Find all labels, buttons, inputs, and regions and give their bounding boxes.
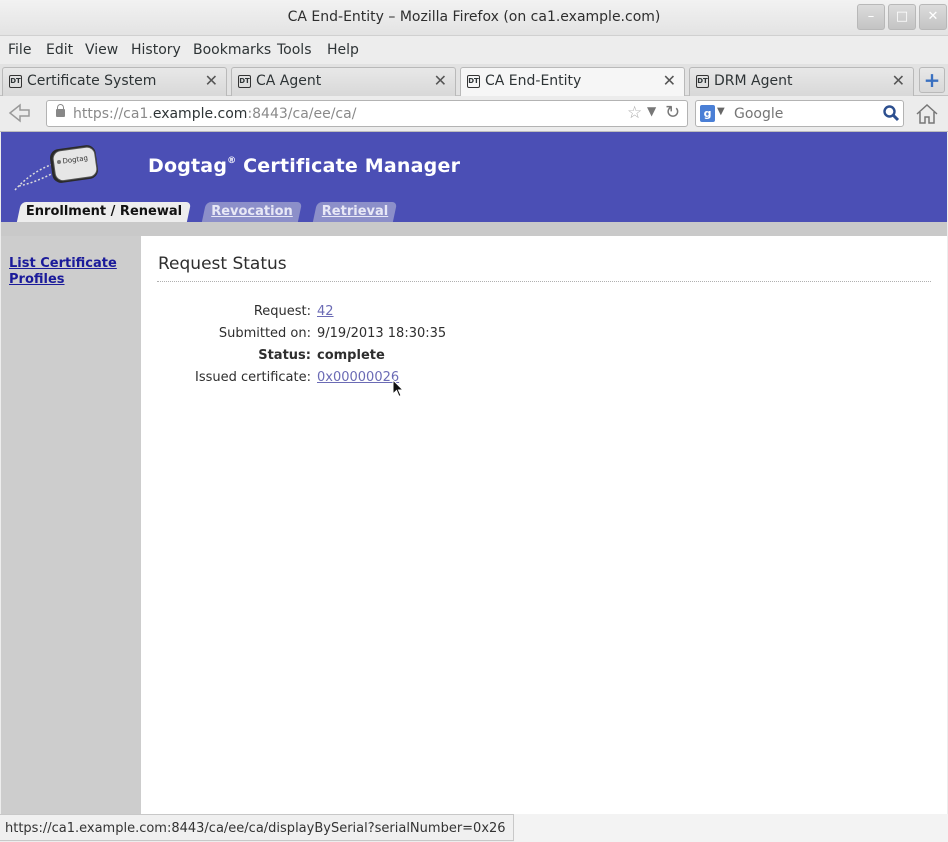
close-window-button[interactable]: ✕ [919, 4, 947, 30]
close-tab-icon[interactable]: ✕ [663, 71, 676, 90]
tab-ca-agent[interactable]: DT CA Agent ✕ [231, 67, 456, 96]
status-row: Status: complete [141, 348, 947, 368]
sidebar: List Certificate Profiles [1, 236, 141, 814]
status-label: Status: [258, 348, 311, 363]
separator-strip [1, 222, 947, 236]
search-input[interactable] [732, 103, 872, 124]
back-arrow-icon [8, 103, 30, 123]
menu-file[interactable]: File [8, 42, 31, 58]
dogtag-favicon-icon: DT [9, 75, 22, 88]
issued-certificate-link[interactable]: 0x00000026 [317, 370, 399, 385]
issued-label: Issued certificate: [195, 370, 311, 385]
main-panel: Request Status Request: 42 Submitted on:… [141, 236, 947, 814]
history-dropdown-icon[interactable]: ▼ [647, 104, 656, 118]
submitted-row: Submitted on: 9/19/2013 18:30:35 [141, 326, 947, 346]
request-label: Request: [253, 304, 311, 319]
new-tab-button[interactable]: + [919, 67, 945, 93]
url-text[interactable]: https://ca1.example.com:8443/ca/ee/ca/ [73, 106, 356, 122]
back-button[interactable] [6, 101, 36, 127]
search-bar[interactable]: g ▼ [695, 100, 904, 127]
tab-label: CA Agent [256, 73, 322, 89]
minimize-button[interactable]: – [857, 4, 885, 30]
dogtag-favicon-icon: DT [238, 75, 251, 88]
menu-edit[interactable]: Edit [46, 42, 73, 58]
menu-bookmarks[interactable]: Bookmarks [193, 42, 271, 58]
close-tab-icon[interactable]: ✕ [434, 71, 447, 90]
page-content: Dogtag Dogtag® Certificate Manager Enrol… [1, 132, 947, 814]
tab-enrollment-renewal[interactable]: Enrollment / Renewal [16, 202, 192, 222]
url-bar[interactable]: https://ca1.example.com:8443/ca/ee/ca/ ☆… [46, 100, 688, 127]
menu-bar: File Edit View History Bookmarks Tools H… [0, 36, 948, 64]
submitted-value: 9/19/2013 18:30:35 [317, 326, 447, 341]
search-icon[interactable] [882, 104, 900, 122]
app-banner: Dogtag Dogtag® Certificate Manager Enrol… [1, 132, 947, 222]
window-title: CA End-Entity – Mozilla Firefox (on ca1.… [287, 9, 661, 25]
status-link-preview: https://ca1.example.com:8443/ca/ee/ca/di… [5, 821, 506, 836]
tab-certificate-system[interactable]: DT Certificate System ✕ [2, 67, 227, 96]
tab-label: Certificate System [27, 73, 157, 89]
engine-dropdown-icon[interactable]: ▼ [717, 106, 725, 117]
dogtag-favicon-icon: DT [696, 75, 709, 88]
home-icon[interactable] [914, 102, 940, 126]
lock-icon [56, 104, 65, 117]
tab-retrieval[interactable]: Retrieval [312, 202, 398, 222]
request-row: Request: 42 [141, 304, 947, 324]
tab-revocation[interactable]: Revocation [201, 202, 303, 222]
maximize-button[interactable]: □ [888, 4, 916, 30]
tab-drm-agent[interactable]: DT DRM Agent ✕ [689, 67, 914, 96]
tab-bar: DT Certificate System ✕ DT CA Agent ✕ DT… [0, 64, 948, 97]
dogtag-logo-icon: Dogtag [14, 145, 98, 191]
close-tab-icon[interactable]: ✕ [205, 71, 218, 90]
menu-help[interactable]: Help [327, 42, 359, 58]
window-titlebar: CA End-Entity – Mozilla Firefox (on ca1.… [0, 0, 948, 36]
window-bottom [514, 814, 948, 842]
submitted-label: Submitted on: [218, 326, 311, 341]
reload-icon[interactable]: ↻ [665, 102, 680, 123]
dogtag-favicon-icon: DT [467, 75, 480, 88]
menu-history[interactable]: History [131, 42, 181, 58]
google-engine-icon[interactable]: g [700, 105, 715, 122]
app-name: Dogtag® Certificate Manager [148, 155, 461, 177]
close-tab-icon[interactable]: ✕ [892, 71, 905, 90]
bookmark-star-icon[interactable]: ☆ [627, 103, 642, 123]
issued-row: Issued certificate: 0x00000026 [141, 370, 947, 390]
request-id-link[interactable]: 42 [317, 304, 334, 319]
tab-ca-end-entity[interactable]: DT CA End-Entity ✕ [460, 67, 685, 97]
status-value: complete [317, 348, 385, 363]
navigation-toolbar: https://ca1.example.com:8443/ca/ee/ca/ ☆… [0, 96, 948, 132]
status-bar: https://ca1.example.com:8443/ca/ee/ca/di… [0, 814, 514, 841]
page-title: Request Status [158, 254, 287, 274]
tab-label: CA End-Entity [485, 73, 582, 89]
menu-view[interactable]: View [85, 42, 118, 58]
mouse-pointer-icon [392, 379, 404, 398]
tab-label: DRM Agent [714, 73, 793, 89]
list-certificate-profiles-link[interactable]: List Certificate Profiles [9, 256, 134, 288]
title-divider [157, 281, 931, 282]
menu-tools[interactable]: Tools [277, 42, 312, 58]
